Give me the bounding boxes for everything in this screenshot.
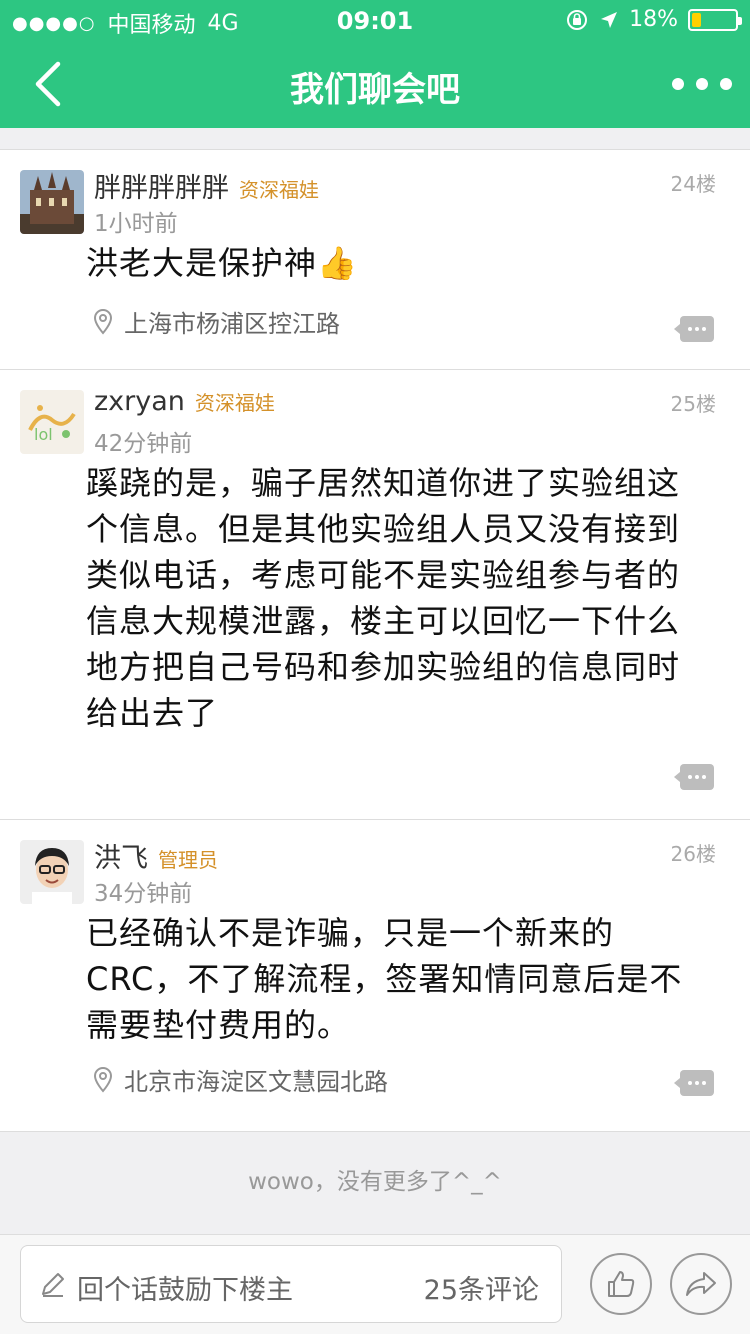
location-pin-icon <box>93 1066 113 1093</box>
post-time: 42分钟前 <box>94 431 193 457</box>
username[interactable]: 洪飞 <box>94 836 148 875</box>
reply-item: 洪飞 管理员 34分钟前 26楼 已经确认不是诈骗，只是一个新来的CRC，不了解… <box>0 820 750 1132</box>
location-text: 上海市杨浦区控江路 <box>124 310 340 338</box>
rotation-lock-icon <box>567 9 588 30</box>
avatar[interactable] <box>20 840 84 904</box>
floor-number: 25楼 <box>670 392 716 416</box>
user-badge: 资深福娃 <box>239 178 319 202</box>
post-time: 34分钟前 <box>94 881 193 907</box>
avatar[interactable] <box>20 170 84 234</box>
location-arrow-icon <box>601 11 618 28</box>
floor-number: 26楼 <box>670 842 716 866</box>
battery-icon <box>688 8 742 31</box>
top-bar: ●●●●○ 中国移动 4G 09:01 18% 我们聊会吧 <box>0 0 750 128</box>
reply-list: 胖胖胖胖胖 资深福娃 1小时前 24楼 洪老大是保护神👍 上海市杨浦区控江路 l… <box>0 128 750 1132</box>
location: 北京市海淀区文慧园北路 <box>92 1062 388 1097</box>
reply-text: 洪老大是保护神👍 <box>86 244 358 282</box>
comment-icon[interactable] <box>674 1070 714 1096</box>
share-arrow-icon <box>686 1272 716 1296</box>
comment-icon[interactable] <box>674 764 714 790</box>
page-title: 我们聊会吧 <box>290 70 460 110</box>
battery-percent: 18% <box>629 7 678 32</box>
avatar[interactable]: lol <box>20 390 84 454</box>
reply-item: lol zxryan 资深福娃 42分钟前 25楼 蹊跷的是，骗子居然知道你进了… <box>0 370 750 820</box>
username[interactable]: 胖胖胖胖胖 <box>94 166 229 205</box>
reply-input[interactable]: 回个话鼓励下楼主 25条评论 <box>20 1245 562 1323</box>
floor-number: 24楼 <box>670 172 716 196</box>
svg-text:lol: lol <box>34 425 53 444</box>
status-bar: ●●●●○ 中国移动 4G 09:01 18% <box>0 0 750 40</box>
share-button[interactable] <box>670 1253 732 1315</box>
user-badge: 资深福娃 <box>194 391 275 415</box>
reply-item: 胖胖胖胖胖 资深福娃 1小时前 24楼 洪老大是保护神👍 上海市杨浦区控江路 <box>0 150 750 370</box>
location: 上海市杨浦区控江路 <box>92 304 340 339</box>
reply-placeholder: 回个话鼓励下楼主 <box>77 1275 293 1306</box>
reply-text: 蹊跷的是，骗子居然知道你进了实验组这个信息。但是其他实验组人员又没有接到类似电话… <box>86 464 681 732</box>
navigation-bar: 我们聊会吧 <box>0 40 750 128</box>
pencil-icon <box>42 1273 64 1297</box>
more-options-icon[interactable] <box>672 64 732 104</box>
reply-text: 已经确认不是诈骗，只是一个新来的CRC，不了解流程，签署知情同意后是不需要垫付费… <box>86 914 683 1044</box>
username[interactable]: zxryan <box>94 386 185 417</box>
bottom-bar: 回个话鼓励下楼主 25条评论 <box>0 1234 750 1334</box>
comment-count[interactable]: 25条评论 <box>424 1268 539 1307</box>
like-button[interactable] <box>590 1253 652 1315</box>
user-badge: 管理员 <box>158 848 218 872</box>
comment-icon[interactable] <box>674 316 714 342</box>
end-of-list-message: wowo，没有更多了^_^ <box>248 1169 502 1195</box>
thumbs-up-icon <box>608 1271 635 1297</box>
location-pin-icon <box>93 308 113 335</box>
location-text: 北京市海淀区文慧园北路 <box>124 1068 388 1096</box>
post-time: 1小时前 <box>94 211 178 237</box>
